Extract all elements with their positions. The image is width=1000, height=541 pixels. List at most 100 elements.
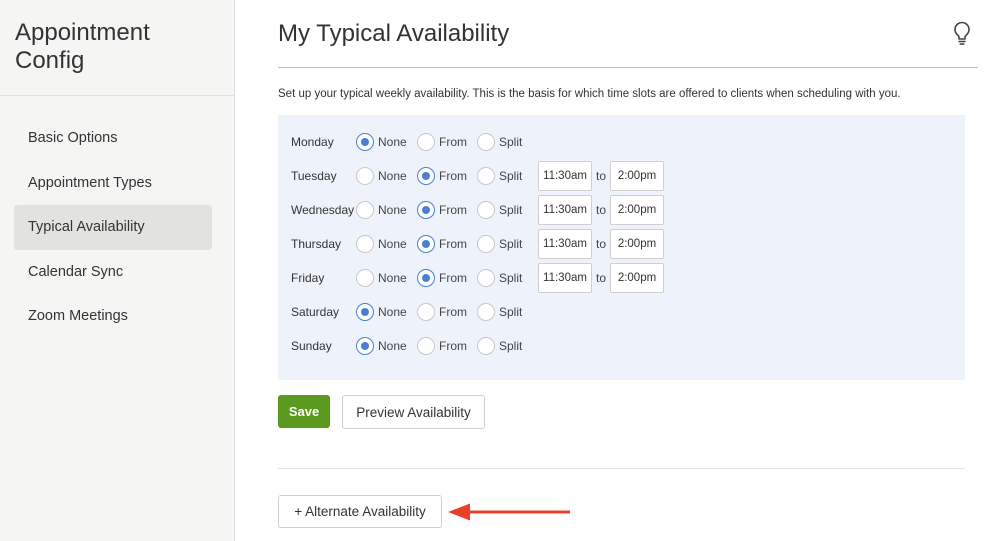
save-button[interactable]: Save [278, 395, 330, 428]
start-time-input[interactable]: 11:30am [538, 229, 592, 259]
radio-split-label: Split [499, 339, 523, 353]
radio-split[interactable]: Split [477, 233, 522, 255]
radio-from[interactable]: From [417, 199, 467, 221]
start-time-input[interactable]: 11:30am [538, 161, 592, 191]
radio-split[interactable]: Split [477, 335, 522, 357]
radio-split[interactable]: Split [477, 131, 522, 153]
day-label: Thursday [291, 237, 342, 251]
radio-from-circle[interactable] [417, 269, 435, 287]
radio-none-label: None [378, 237, 407, 251]
availability-row-saturday: Saturday None From Split [278, 297, 965, 327]
availability-row-thursday: Thursday None From Split 11:30am to 2:00pm [278, 229, 965, 259]
day-label: Tuesday [291, 169, 337, 183]
availability-row-sunday: Sunday None From Split [278, 331, 965, 361]
day-label: Wednesday [291, 203, 355, 217]
section-divider [278, 468, 965, 469]
main-content: My Typical Availability Set up your typi… [235, 0, 1000, 541]
end-time-input[interactable]: 2:00pm [610, 263, 664, 293]
availability-row-wednesday: Wednesday None From Split 11:30am to 2:00pm [278, 195, 965, 225]
radio-from[interactable]: From [417, 335, 467, 357]
sidebar-item-calendar-sync[interactable]: Calendar Sync [14, 250, 212, 295]
to-label: to [596, 169, 607, 183]
radio-none[interactable]: None [356, 335, 407, 357]
radio-from[interactable]: From [417, 301, 467, 323]
radio-from-circle[interactable] [417, 235, 435, 253]
radio-from-circle[interactable] [417, 337, 435, 355]
radio-from-circle[interactable] [417, 167, 435, 185]
sidebar-item-appointment-types[interactable]: Appointment Types [14, 161, 212, 206]
day-label: Friday [291, 271, 325, 285]
radio-from[interactable]: From [417, 267, 467, 289]
availability-panel: Monday None From Split Tuesday None From Split 1… [278, 115, 965, 380]
to-label: to [596, 203, 607, 217]
radio-none-label: None [378, 135, 407, 149]
radio-none-circle[interactable] [356, 133, 374, 151]
radio-from[interactable]: From [417, 165, 467, 187]
radio-none[interactable]: None [356, 165, 407, 187]
sidebar-item-typical-availability[interactable]: Typical Availability [14, 205, 212, 250]
end-time-input[interactable]: 2:00pm [610, 229, 664, 259]
radio-none-label: None [378, 305, 407, 319]
radio-split-circle[interactable] [477, 303, 495, 321]
radio-none-circle[interactable] [356, 303, 374, 321]
radio-none-circle[interactable] [356, 201, 374, 219]
radio-split[interactable]: Split [477, 301, 522, 323]
radio-none-label: None [378, 203, 407, 217]
radio-none[interactable]: None [356, 131, 407, 153]
radio-none-label: None [378, 339, 407, 353]
title-divider [278, 67, 978, 68]
radio-split-label: Split [499, 135, 523, 149]
radio-split-label: Split [499, 237, 523, 251]
end-time-input[interactable]: 2:00pm [610, 161, 664, 191]
radio-from-circle[interactable] [417, 201, 435, 219]
radio-none-circle[interactable] [356, 167, 374, 185]
radio-from[interactable]: From [417, 131, 467, 153]
availability-row-monday: Monday None From Split [278, 127, 965, 157]
radio-none-label: None [378, 271, 407, 285]
radio-from[interactable]: From [417, 233, 467, 255]
sidebar-item-basic-options[interactable]: Basic Options [14, 116, 212, 161]
radio-from-label: From [439, 169, 467, 183]
radio-none-circle[interactable] [356, 235, 374, 253]
end-time-input[interactable]: 2:00pm [610, 195, 664, 225]
radio-split-circle[interactable] [477, 269, 495, 287]
lightbulb-icon[interactable] [951, 20, 973, 46]
sidebar-title-line1: Appointment [15, 19, 150, 46]
radio-split[interactable]: Split [477, 267, 522, 289]
radio-split-label: Split [499, 305, 523, 319]
alternate-availability-button[interactable]: + Alternate Availability [278, 495, 442, 528]
radio-split-circle[interactable] [477, 235, 495, 253]
sidebar-nav: Basic Options Appointment Types Typical … [0, 96, 234, 339]
radio-none[interactable]: None [356, 233, 407, 255]
day-label: Monday [291, 135, 334, 149]
preview-availability-button[interactable]: Preview Availability [342, 395, 485, 429]
radio-none-circle[interactable] [356, 337, 374, 355]
radio-from-label: From [439, 271, 467, 285]
availability-row-tuesday: Tuesday None From Split 11:30am to 2:00pm [278, 161, 965, 191]
radio-from-label: From [439, 237, 467, 251]
radio-from-circle[interactable] [417, 133, 435, 151]
radio-split-circle[interactable] [477, 337, 495, 355]
sidebar: Appointment Config Basic Options Appoint… [0, 0, 235, 541]
radio-none[interactable]: None [356, 267, 407, 289]
to-label: to [596, 237, 607, 251]
radio-split[interactable]: Split [477, 199, 522, 221]
radio-split-label: Split [499, 203, 523, 217]
radio-from-circle[interactable] [417, 303, 435, 321]
radio-none[interactable]: None [356, 199, 407, 221]
start-time-input[interactable]: 11:30am [538, 195, 592, 225]
radio-split-label: Split [499, 271, 523, 285]
availability-row-friday: Friday None From Split 11:30am to 2:00pm [278, 263, 965, 293]
radio-split-circle[interactable] [477, 167, 495, 185]
start-time-input[interactable]: 11:30am [538, 263, 592, 293]
to-label: to [596, 271, 607, 285]
sidebar-title: Appointment Config [0, 0, 234, 96]
sidebar-item-zoom-meetings[interactable]: Zoom Meetings [14, 294, 212, 339]
radio-split-circle[interactable] [477, 133, 495, 151]
radio-none[interactable]: None [356, 301, 407, 323]
radio-split[interactable]: Split [477, 165, 522, 187]
radio-none-label: None [378, 169, 407, 183]
radio-split-circle[interactable] [477, 201, 495, 219]
radio-none-circle[interactable] [356, 269, 374, 287]
day-label: Sunday [291, 339, 332, 353]
